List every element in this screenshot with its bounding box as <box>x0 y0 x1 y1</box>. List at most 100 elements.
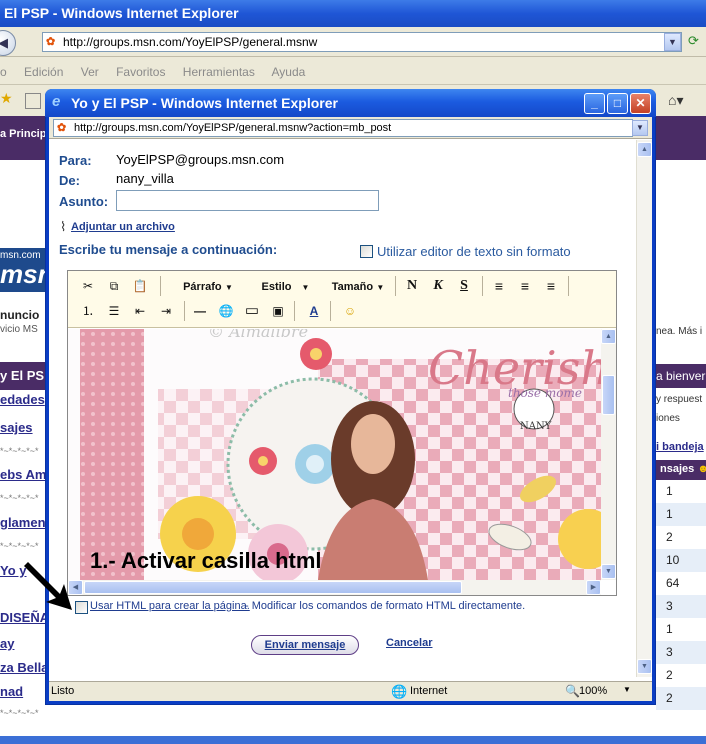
msn-logo-text: msn <box>0 259 46 289</box>
right-text-a: y respuest <box>656 394 703 405</box>
cut-icon[interactable]: ✂ <box>78 276 98 296</box>
style-dropdown[interactable]: Estilo ▼ <box>253 276 318 296</box>
scroll-up-button[interactable]: ▲ <box>637 142 652 157</box>
link-globe-icon[interactable]: 🌐 <box>216 301 236 321</box>
toolbar-separator <box>482 276 483 296</box>
announce-sub: vicio MS <box>0 324 38 335</box>
scroll-down-button[interactable]: ▼ <box>601 564 616 579</box>
close-button[interactable]: ✕ <box>630 93 651 114</box>
menu-view[interactable]: Ver <box>81 65 99 79</box>
left-link[interactable]: sajes <box>0 420 46 435</box>
table-icon[interactable]: ▭ <box>242 301 262 321</box>
menu-tools[interactable]: Herramientas <box>183 65 255 79</box>
popup-title: Yo y El PSP - Windows Internet Explorer <box>45 89 656 117</box>
count-cell: 1 <box>656 503 706 526</box>
size-dropdown[interactable]: Tamaño ▼ <box>326 276 390 296</box>
insert-image-icon[interactable]: ▣ <box>268 301 288 321</box>
popup-url-field[interactable]: http://groups.msn.com/YoyElPSP/general.m… <box>53 119 633 137</box>
count-cell: 2 <box>656 687 706 710</box>
ie-logo-icon: e <box>52 93 61 110</box>
popup-vertical-scrollbar[interactable]: ▲ ▼ <box>636 140 652 677</box>
zoom-level[interactable]: 100% <box>579 685 607 697</box>
left-link[interactable]: edades <box>0 392 46 407</box>
underline-button[interactable]: S <box>454 276 474 296</box>
scroll-down-button[interactable]: ▼ <box>637 659 652 674</box>
zoom-magnifier-icon[interactable]: 🔍 <box>565 684 580 698</box>
url-dropdown-button[interactable]: ▼ <box>664 33 681 51</box>
count-cell: 2 <box>666 530 673 544</box>
toolbar-separator <box>395 276 396 296</box>
editor-vertical-scrollbar[interactable]: ▲ ▼ <box>601 329 616 580</box>
send-message-button[interactable]: Enviar mensaje <box>251 635 359 655</box>
toolbar-separator <box>330 301 331 321</box>
editor-horizontal-scrollbar[interactable]: ◀ ▶ <box>68 580 601 595</box>
attach-file-link[interactable]: Adjuntar un archivo <box>71 221 175 233</box>
scroll-thumb[interactable] <box>84 581 462 594</box>
scroll-thumb[interactable] <box>602 375 615 415</box>
bold-button[interactable]: N <box>402 276 422 296</box>
tutorial-annotation: 1.- Activar casilla html <box>90 548 322 573</box>
paragraph-dropdown[interactable]: Párrafo ▼ <box>173 276 243 296</box>
left-link[interactable]: glamen <box>0 515 46 530</box>
menu-help[interactable]: Ayuda <box>272 65 306 79</box>
status-text: Listo <box>51 685 75 697</box>
menu-file[interactable]: o <box>0 65 7 79</box>
align-center-icon[interactable]: ≡ <box>514 276 536 296</box>
favorites-star-icon[interactable]: ★ <box>0 90 13 107</box>
toolbar-separator <box>294 301 295 321</box>
font-color-icon[interactable]: A <box>304 301 324 321</box>
toolbar-separator <box>160 276 161 296</box>
refresh-icon[interactable]: ⟳ <box>688 33 699 49</box>
outdent-icon[interactable]: ⇤ <box>130 301 150 321</box>
indent-icon[interactable]: ⇥ <box>156 301 176 321</box>
toolbar-separator <box>568 276 569 296</box>
left-link[interactable]: nad <box>0 684 46 699</box>
italic-button[interactable]: K <box>428 276 448 296</box>
msn-butterfly-icon: ✿ <box>46 36 56 48</box>
bullet-list-icon[interactable]: ☰ <box>104 301 124 321</box>
emoticon-icon[interactable]: ☺ <box>340 301 360 321</box>
count-cell: 3 <box>656 641 706 664</box>
menu-edit[interactable]: Edición <box>24 65 63 79</box>
right-welcome-bar: a bienver <box>656 364 706 388</box>
align-left-icon[interactable]: ≡ <box>488 276 510 296</box>
left-stars: *~*~*~*~* <box>0 493 39 503</box>
subject-input[interactable] <box>116 190 379 211</box>
copy-icon[interactable]: ⧉ <box>104 276 124 296</box>
plain-text-checkbox[interactable] <box>360 245 373 258</box>
left-link[interactable]: za Bella <box>0 660 46 675</box>
count-cell: 64 <box>666 576 680 590</box>
maximize-button[interactable]: □ <box>607 93 628 114</box>
right-inbox-link[interactable]: i bandeja <box>656 441 704 453</box>
plain-text-label: Utilizar editor de texto sin formato <box>377 244 571 259</box>
header-text[interactable]: a Princip <box>0 128 46 140</box>
editor-content-area[interactable]: © Almalibre Cherish those mome NANY <box>68 329 601 580</box>
popup-url-dropdown[interactable]: ▼ <box>632 120 648 136</box>
size-label: Tamaño <box>331 281 374 293</box>
use-html-checkbox[interactable] <box>75 601 88 614</box>
minimize-button[interactable]: _ <box>584 93 605 114</box>
zone-text: Internet <box>410 685 448 697</box>
cancel-link[interactable]: Cancelar <box>386 637 432 649</box>
editor-toolbar: ✂ ⧉ 📋 Párrafo ▼ Estilo ▼ Tamaño ▼ N K S … <box>68 271 616 328</box>
numbered-list-icon[interactable]: ⒈ <box>78 301 98 321</box>
menu-favorites[interactable]: Favoritos <box>116 65 165 79</box>
left-link[interactable]: ay <box>0 636 46 651</box>
paste-icon[interactable]: 📋 <box>130 276 150 296</box>
quick-tabs-icon[interactable] <box>25 93 41 109</box>
align-right-icon[interactable]: ≡ <box>540 276 562 296</box>
left-link[interactable]: DISEÑA <box>0 610 46 625</box>
msn-logo: msn.commsn <box>0 248 46 292</box>
use-html-link[interactable]: Usar HTML para crear la página. <box>90 600 250 612</box>
horizontal-rule-icon[interactable]: — <box>190 301 210 321</box>
scroll-right-button[interactable]: ▶ <box>586 580 601 595</box>
zoom-dropdown-icon[interactable]: ▼ <box>623 685 631 694</box>
background-url-field[interactable]: http://groups.msn.com/YoyElPSP/general.m… <box>42 32 682 52</box>
left-link[interactable]: ebs Ami <box>0 467 46 482</box>
from-label: De: <box>59 173 80 188</box>
from-value: nany_villa <box>116 171 174 186</box>
home-icon[interactable]: ⌂▾ <box>668 92 683 109</box>
right-text-b: iones <box>656 413 680 424</box>
background-window-title: El PSP - Windows Internet Explorer <box>0 0 706 27</box>
scroll-up-button[interactable]: ▲ <box>601 329 616 344</box>
